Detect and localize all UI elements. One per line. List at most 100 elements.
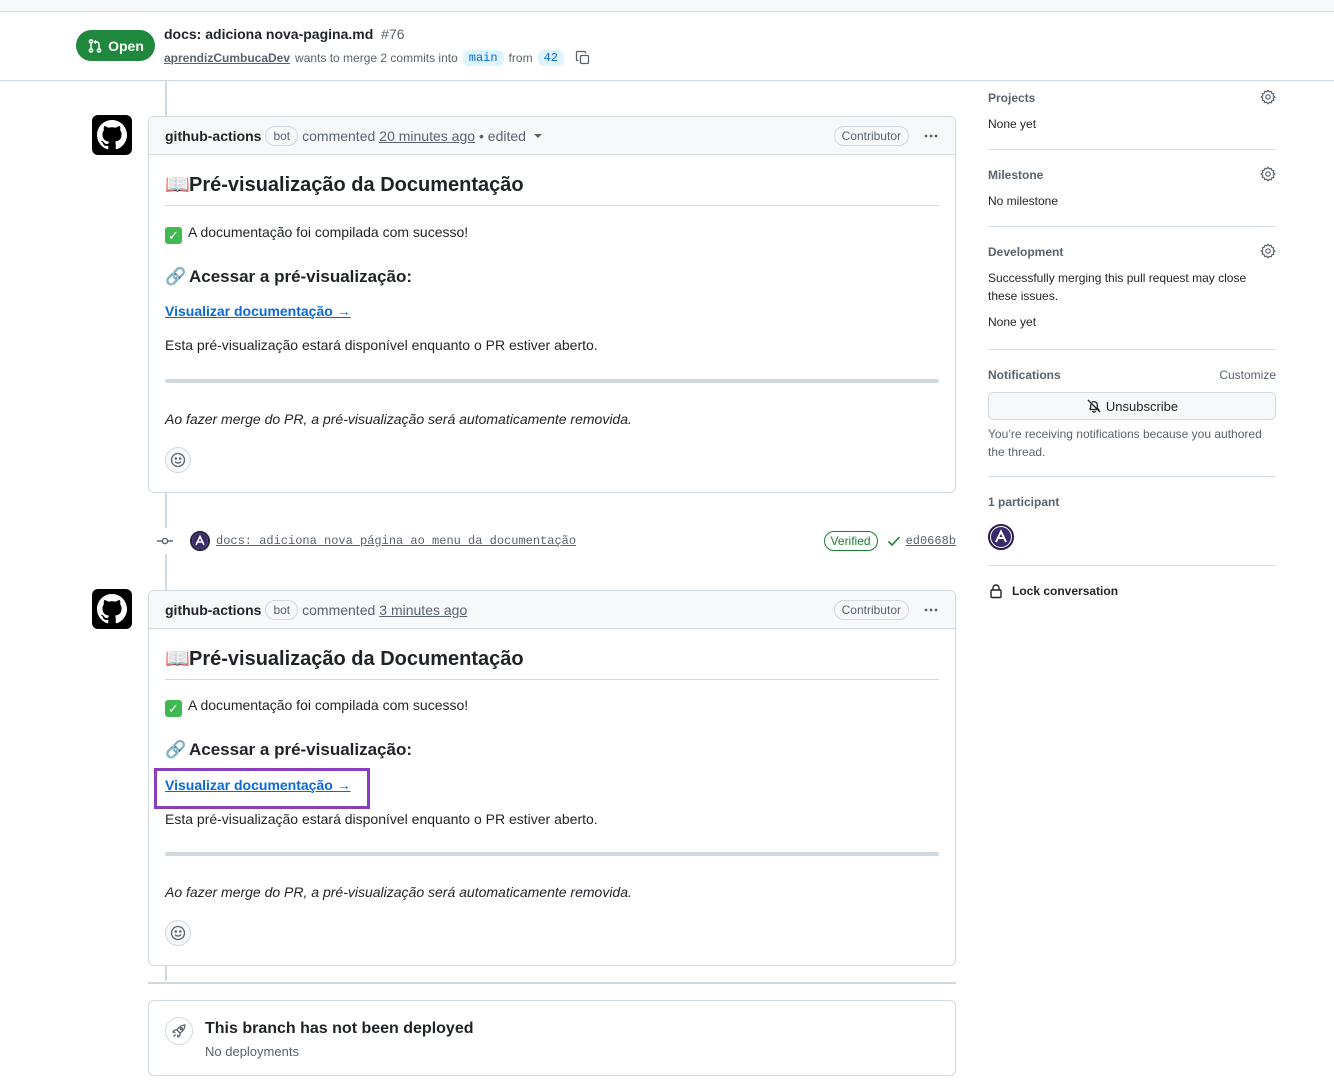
preview-docs-link[interactable]: Visualizar documentação → (165, 303, 351, 319)
customize-link[interactable]: Customize (1219, 368, 1276, 382)
pr-title: docs: adiciona nova-pagina.md #76 (164, 26, 405, 42)
github-logo-icon (97, 594, 127, 624)
merge-note: Ao fazer merge do PR, a pré-visualização… (165, 411, 632, 427)
smiley-icon (170, 452, 186, 468)
lock-icon (990, 584, 1002, 599)
add-reaction-button[interactable] (165, 447, 191, 473)
avatar-icon (991, 527, 1011, 547)
comment-author-link[interactable]: github-actions (165, 128, 261, 144)
comment-time-link[interactable]: 3 minutes ago (379, 602, 467, 618)
comment-1: github-actions bot commented 20 minutes … (148, 116, 956, 493)
horizontal-rule (165, 379, 939, 383)
pr-state-badge: Open (76, 30, 155, 61)
book-emoji: 📖 (165, 648, 190, 670)
avatar-icon (192, 533, 208, 549)
projects-heading: Projects (988, 91, 1036, 105)
bot-label: bot (265, 125, 299, 146)
copy-icon[interactable] (575, 50, 591, 66)
github-actions-avatar[interactable] (92, 115, 132, 155)
deploy-subtitle: No deployments (205, 1044, 299, 1059)
gear-icon[interactable] (1260, 89, 1276, 105)
comment-1-body: 📖Pré-visualização da Documentação ✓ A doc… (149, 155, 955, 489)
from-text: from (508, 51, 533, 65)
comment-time-link[interactable]: 20 minutes ago (379, 128, 475, 144)
github-actions-avatar[interactable] (92, 589, 132, 629)
success-line: ✓ A documentação foi compilada com sucess… (165, 695, 939, 717)
comment-author-link[interactable]: github-actions (165, 602, 261, 618)
success-text: A documentação foi compilada com sucesso… (188, 697, 469, 713)
development-heading: Development (988, 245, 1064, 259)
pr-number: #76 (381, 26, 405, 42)
sidebar-divider (988, 349, 1276, 350)
availability-text: Esta pré-visualização estará disponível … (165, 337, 598, 353)
notifications-note: You’re receiving notifications because y… (988, 427, 1262, 459)
pr-author-link[interactable]: aprendizCumbucaDev (164, 51, 290, 65)
participant-avatar[interactable] (988, 524, 1014, 550)
sidebar-divider (988, 149, 1276, 150)
unsubscribe-button[interactable]: Unsubscribe (988, 392, 1276, 420)
check-icon[interactable] (886, 533, 902, 549)
unsubscribe-label: Unsubscribe (1105, 398, 1179, 414)
access-heading-text: Acessar a pré-visualização: (189, 267, 413, 286)
comment-1-header: github-actions bot commented 20 minutes … (149, 117, 955, 155)
development-description: Successfully merging this pull request m… (988, 271, 1247, 303)
lock-conversation-label: Lock conversation (1012, 584, 1119, 598)
pr-subtitle: aprendizCumbucaDev wants to merge 2 comm… (164, 50, 591, 66)
rocket-icon (171, 1024, 186, 1039)
link-emoji: 🔗 (165, 740, 187, 759)
pr-title-text: docs: adiciona nova-pagina.md (164, 26, 374, 42)
access-heading: 🔗 Acessar a pré-visualização: (165, 740, 939, 760)
caret-down-icon (533, 133, 542, 138)
github-logo-icon (97, 120, 127, 150)
sidebar-divider (988, 565, 1276, 566)
lock-conversation-button[interactable]: Lock conversation (988, 583, 1118, 599)
sidebar-participants: 1 participant (988, 495, 1276, 509)
timeline-end-separator (148, 982, 956, 984)
commit-author-avatar[interactable] (190, 531, 210, 551)
pr-sticky-header: Open docs: adiciona nova-pagina.md #76 a… (0, 12, 1334, 81)
horizontal-rule (165, 852, 939, 856)
success-text: A documentação foi compilada com sucesso… (188, 224, 469, 240)
smiley-icon (170, 925, 186, 941)
contributor-label: Contributor (833, 125, 909, 146)
comment-heading-text: Pré-visualização da Documentação (189, 648, 524, 670)
contributor-label: Contributor (833, 599, 909, 620)
check-mark-emoji: ✓ (165, 227, 182, 244)
sidebar-divider (988, 226, 1276, 227)
deployment-box: This branch has not been deployed No dep… (148, 1000, 956, 1076)
edited-label: • edited (479, 127, 526, 144)
git-commit-icon (157, 537, 173, 545)
comment-heading-text: Pré-visualização da Documentação (189, 174, 524, 196)
availability-text: Esta pré-visualização estará disponível … (165, 811, 598, 827)
development-value: None yet (988, 315, 1037, 329)
deploy-title: This branch has not been deployed (205, 1020, 474, 1037)
comment-heading: 📖Pré-visualização da Documentação (165, 646, 939, 680)
commit-message-link[interactable]: docs: adiciona nova página ao menu da do… (216, 534, 576, 548)
comment-action: commented (302, 601, 376, 618)
highlight-box (154, 768, 370, 809)
kebab-horizontal-icon[interactable] (923, 128, 939, 144)
milestone-heading: Milestone (988, 168, 1044, 182)
edited-dropdown[interactable]: • edited (479, 128, 542, 144)
commit-node (150, 528, 180, 554)
pr-state-label: Open (108, 37, 144, 54)
kebab-horizontal-icon[interactable] (923, 602, 939, 618)
merge-text: wants to merge 2 commits into (295, 51, 458, 65)
comment-2-header: github-actions bot commented 3 minutes a… (149, 591, 955, 629)
gear-icon[interactable] (1260, 166, 1276, 182)
gear-icon[interactable] (1260, 243, 1276, 259)
access-heading: 🔗 Acessar a pré-visualização: (165, 267, 939, 287)
link-emoji: 🔗 (165, 267, 187, 286)
commit-row: docs: adiciona nova página ao menu da do… (150, 528, 956, 554)
rocket-icon-badge (165, 1017, 193, 1045)
add-reaction-button[interactable] (165, 920, 191, 946)
top-strip (0, 0, 1334, 12)
commit-sha-link[interactable]: ed0668b (906, 534, 956, 548)
base-branch-link[interactable]: main (462, 50, 504, 66)
merge-note: Ao fazer merge do PR, a pré-visualização… (165, 884, 632, 900)
comment-heading: 📖Pré-visualização da Documentação (165, 172, 939, 206)
head-branch-link[interactable]: 42 (537, 50, 564, 66)
sidebar-projects: Projects None yet (988, 89, 1276, 131)
verified-badge[interactable]: Verified (823, 531, 878, 551)
check-mark-emoji: ✓ (165, 700, 182, 717)
